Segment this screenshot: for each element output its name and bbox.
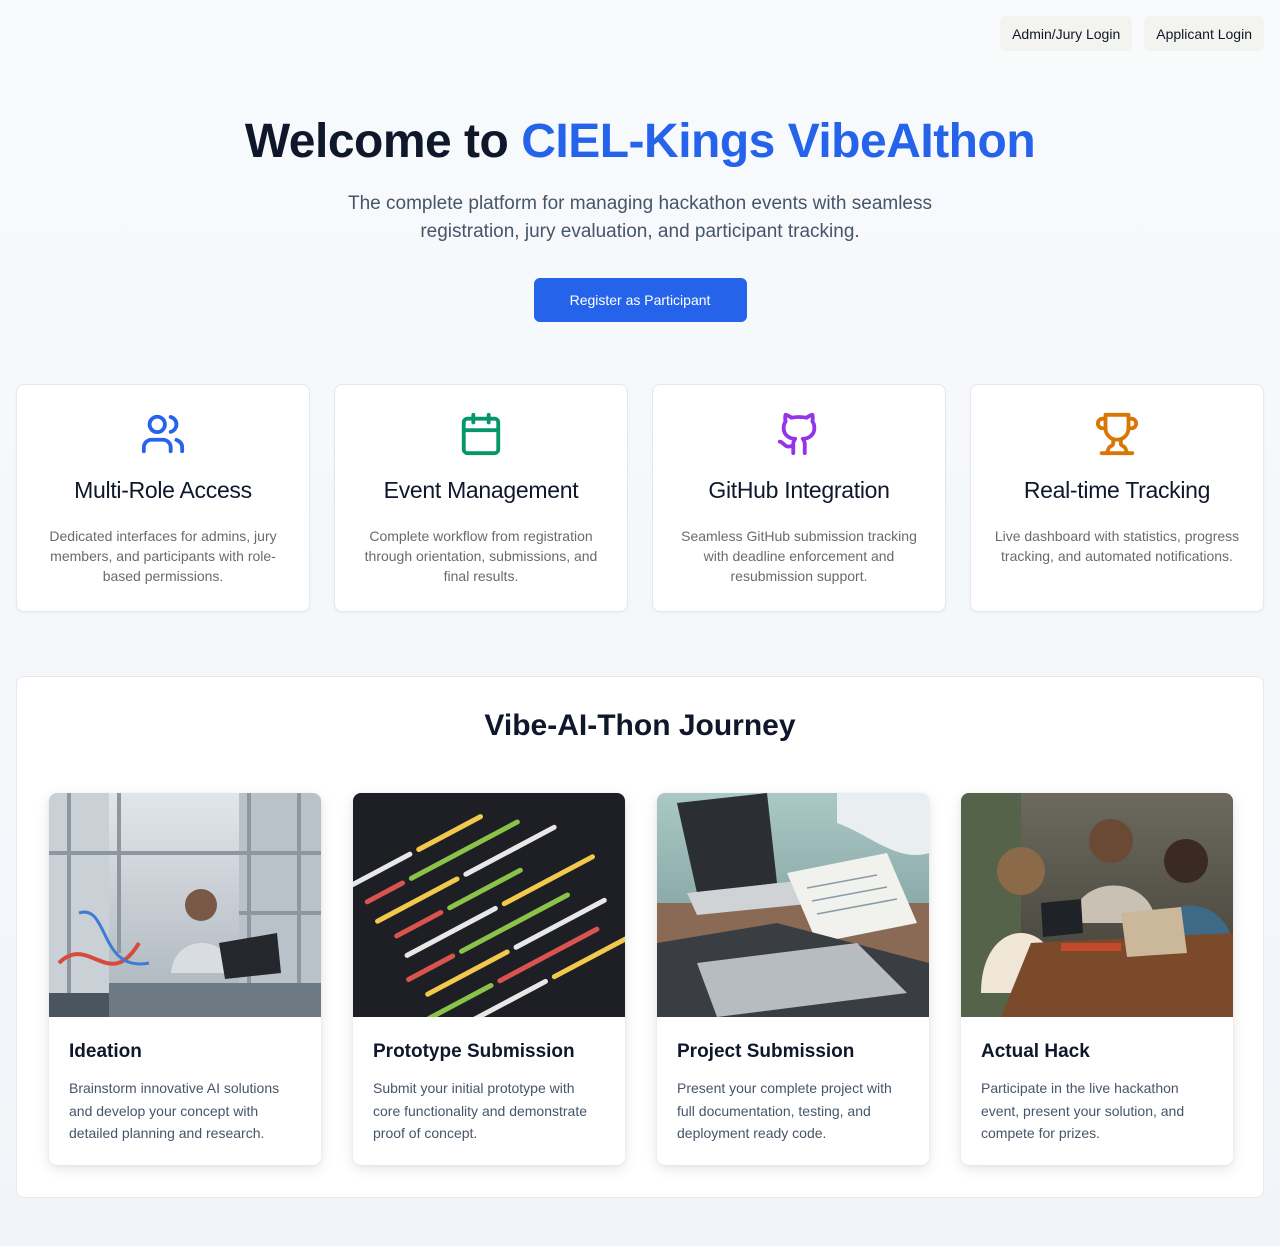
step-description: Brainstorm innovative AI solutions and d… xyxy=(69,1080,280,1141)
feature-description: Dedicated interfaces for admins, jury me… xyxy=(49,528,277,584)
top-nav: Admin/Jury Login Applicant Login xyxy=(1000,16,1264,51)
engineer-at-laptop-photo xyxy=(49,793,321,1017)
feature-card-multi-role: Multi-Role Access Dedicated interfaces f… xyxy=(16,384,310,612)
hero-subtitle: The complete platform for managing hacka… xyxy=(347,193,933,242)
step-description: Submit your initial prototype with core … xyxy=(373,1080,588,1141)
step-description: Present your complete project with full … xyxy=(677,1080,892,1141)
register-participant-button[interactable]: Register as Participant xyxy=(533,278,747,322)
feature-title: Multi-Role Access xyxy=(74,477,252,503)
journey-section: Vibe-AI-Thon Journey Ideation Brainstorm… xyxy=(16,676,1264,1198)
features-grid: Multi-Role Access Dedicated interfaces f… xyxy=(16,384,1264,612)
hero-section: Welcome to CIEL-Kings VibeAIthon The com… xyxy=(0,112,1280,322)
github-icon xyxy=(777,412,817,456)
trophy-icon xyxy=(1095,412,1139,456)
title-prefix: Welcome to xyxy=(244,115,509,168)
feature-card-github: GitHub Integration Seamless GitHub submi… xyxy=(652,384,946,612)
journey-card-actual-hack: Actual Hack Participate in the live hack… xyxy=(961,793,1233,1165)
feature-title: Event Management xyxy=(383,477,579,503)
team-at-cafe-photo xyxy=(961,793,1233,1017)
journey-card-ideation: Ideation Brainstorm innovative AI soluti… xyxy=(49,793,321,1165)
step-title: Project Submission xyxy=(677,1041,855,1062)
step-description: Participate in the live hackathon event,… xyxy=(981,1080,1185,1141)
feature-description: Live dashboard with statistics, progress… xyxy=(994,528,1240,564)
step-title: Actual Hack xyxy=(981,1041,1090,1062)
feature-description: Complete workflow from registration thro… xyxy=(364,528,598,584)
feature-description: Seamless GitHub submission tracking with… xyxy=(681,528,917,584)
applicant-login-button[interactable]: Applicant Login xyxy=(1144,16,1264,51)
feature-title: GitHub Integration xyxy=(708,477,890,503)
step-title: Ideation xyxy=(69,1041,142,1062)
journey-steps: Ideation Brainstorm innovative AI soluti… xyxy=(49,793,1233,1165)
step-title: Prototype Submission xyxy=(373,1041,575,1062)
journey-title: Vibe-AI-Thon Journey xyxy=(484,709,796,742)
journey-card-project: Project Submission Present your complete… xyxy=(657,793,929,1165)
calendar-icon xyxy=(461,412,501,456)
feature-title: Real-time Tracking xyxy=(1023,477,1211,503)
admin-jury-login-button[interactable]: Admin/Jury Login xyxy=(1000,16,1133,51)
page-title: Welcome to CIEL-Kings VibeAIthon xyxy=(0,112,1280,172)
code-on-screen-photo xyxy=(353,793,625,1017)
laptop-and-notes-photo xyxy=(657,793,929,1017)
title-accent: CIEL-Kings VibeAIthon xyxy=(521,115,1036,168)
feature-card-tracking: Real-time Tracking Live dashboard with s… xyxy=(970,384,1264,612)
journey-card-prototype: Prototype Submission Submit your initial… xyxy=(353,793,625,1165)
users-icon xyxy=(141,414,185,454)
feature-card-event-management: Event Management Complete workflow from … xyxy=(334,384,628,612)
